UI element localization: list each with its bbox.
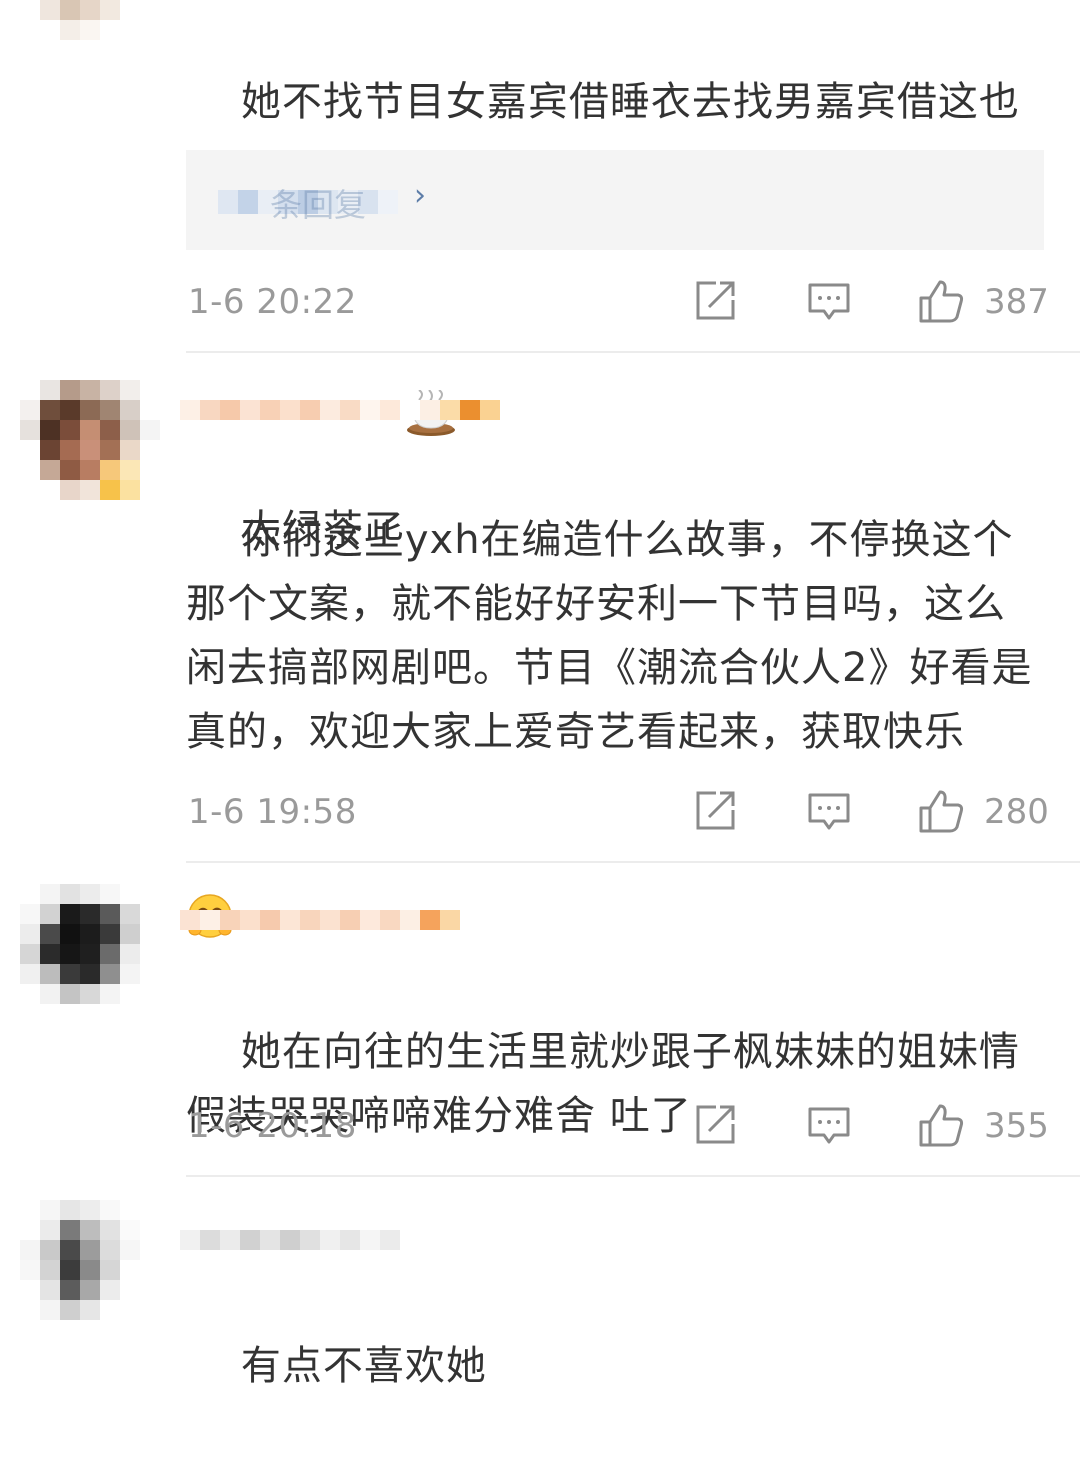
share-icon[interactable] xyxy=(692,1102,738,1148)
avatar[interactable] xyxy=(20,884,160,1004)
username-blurred[interactable] xyxy=(180,900,460,940)
thumbs-up-icon[interactable] xyxy=(918,278,964,324)
timestamp: 1-6 19:58 xyxy=(188,792,357,832)
comment-icon[interactable] xyxy=(806,1102,852,1148)
avatar[interactable] xyxy=(20,1200,160,1320)
avatar[interactable] xyxy=(20,0,160,40)
comment-text-body: 有点不喜欢她 xyxy=(240,1343,487,1389)
share-icon[interactable] xyxy=(692,788,738,834)
like-count: 387 xyxy=(984,282,1049,322)
divider xyxy=(186,1175,1080,1177)
comment-text: 有点不喜欢她 xyxy=(186,1270,1046,1462)
comment-text-line: 她不找节目女嘉宾借睡衣去找男嘉宾借这也 xyxy=(240,79,1020,125)
comment-meta: 1-6 20:22 387 xyxy=(0,274,1080,334)
username-blurred[interactable] xyxy=(180,1220,400,1260)
comment-text: 她在向往的生活里就炒跟子枫妹妹的姐妹情假装哭哭啼啼难分难舍 吐了 xyxy=(186,956,1046,1212)
share-icon[interactable] xyxy=(692,278,738,324)
reply-count-label: 条回复 xyxy=(270,186,367,224)
comment-text-body: 你们这些yxh在编造什么故事，不停换这个那个文案，就不能好好安利一下节目吗，这么… xyxy=(186,517,1033,755)
divider xyxy=(186,861,1080,863)
timestamp: 1-6 20:22 xyxy=(188,282,357,322)
divider xyxy=(186,351,1080,353)
thumbs-up-icon[interactable] xyxy=(918,788,964,834)
comment-meta: 1-6 19:58 280 xyxy=(0,784,1080,844)
chevron-right-icon: › xyxy=(414,178,426,213)
like-count: 355 xyxy=(984,1106,1049,1146)
timestamp: 1-6 20:18 xyxy=(188,1106,357,1146)
like-count: 280 xyxy=(984,792,1049,832)
comment-icon[interactable] xyxy=(806,788,852,834)
comment-icon[interactable] xyxy=(806,278,852,324)
username-blurred[interactable] xyxy=(180,390,500,430)
avatar[interactable] xyxy=(20,380,160,500)
reply-preview[interactable]: 条回复 › xyxy=(186,150,1044,250)
thumbs-up-icon[interactable] xyxy=(918,1102,964,1148)
comment-meta: 1-6 20:18 355 xyxy=(0,1098,1080,1158)
